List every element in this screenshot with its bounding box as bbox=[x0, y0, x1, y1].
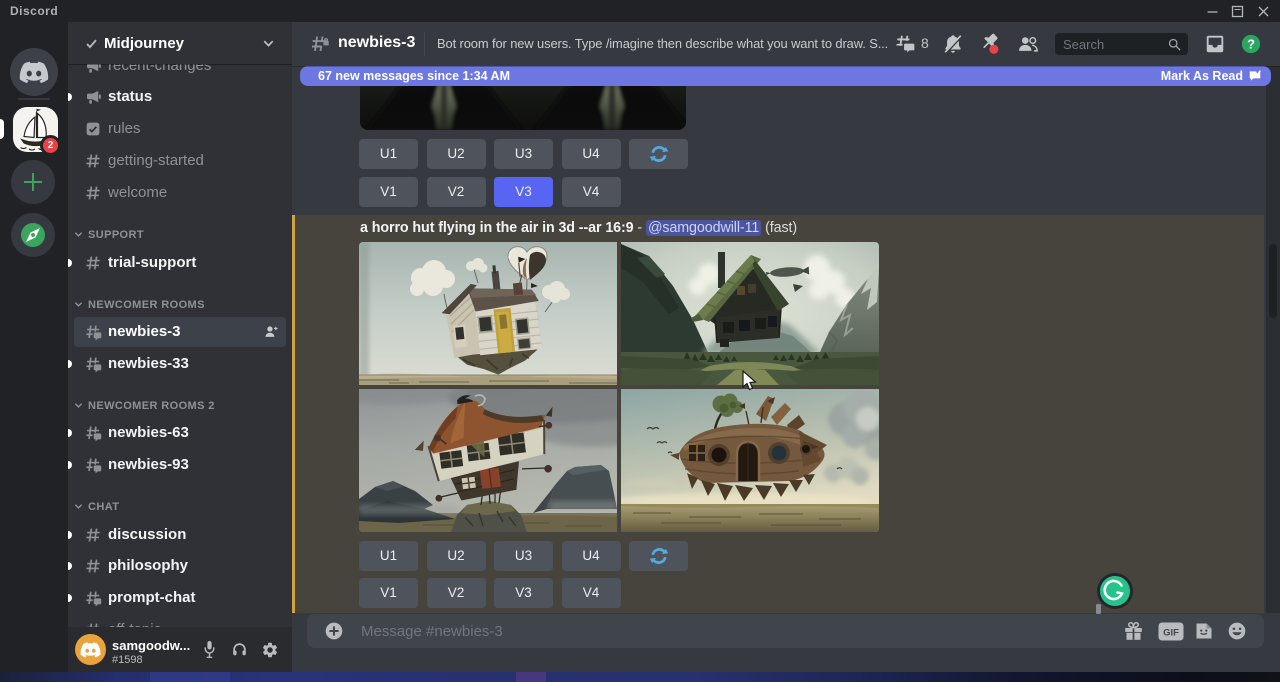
svg-text:GIF: GIF bbox=[1163, 628, 1179, 639]
svg-text:?: ? bbox=[1247, 37, 1255, 52]
